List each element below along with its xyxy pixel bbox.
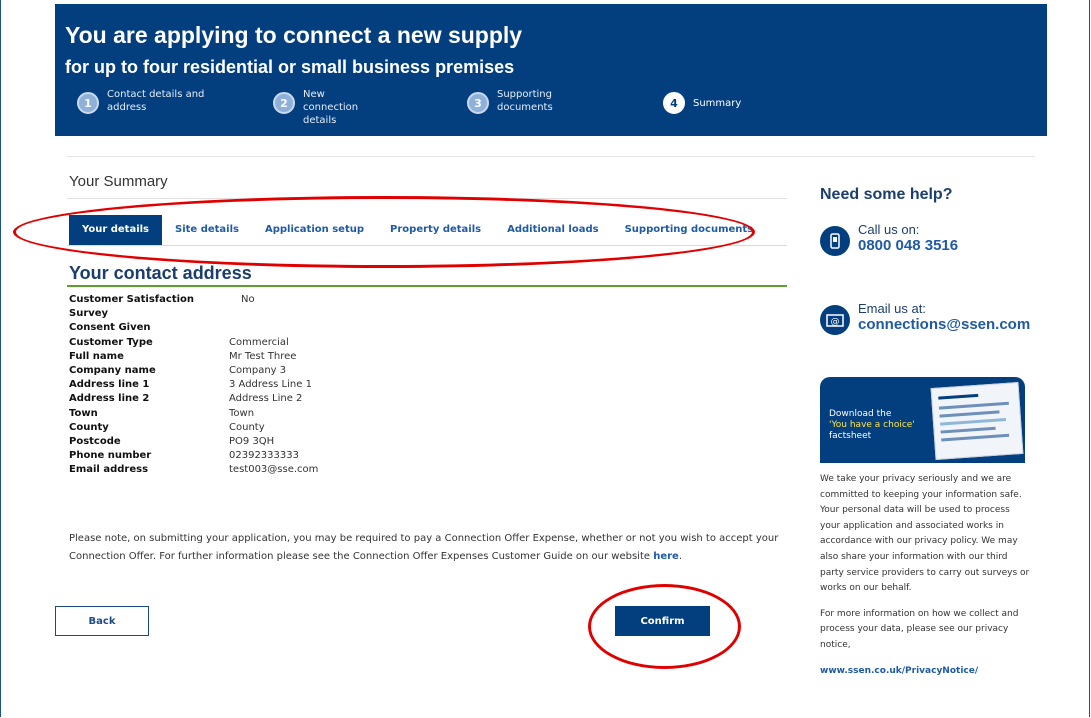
factsheet-download-banner[interactable]: Download the 'You have a choice' factshe…	[820, 377, 1025, 463]
contact-details-list: Customer Satisfaction Survey No Consent G…	[69, 293, 318, 478]
email-icon: @	[820, 305, 850, 335]
detail-key: Address line 1	[69, 379, 150, 391]
detail-row: Address line 1 3 Address Line 1	[69, 378, 318, 392]
factsheet-line: factsheet	[829, 431, 872, 441]
detail-row: Email address test003@sse.com	[69, 463, 318, 477]
step-contact-details[interactable]: 1 Contact details and address	[77, 88, 217, 114]
section-title: Your contact address	[69, 263, 252, 283]
banner-subtitle: for up to four residential or small busi…	[65, 57, 515, 77]
step-supporting-documents[interactable]: 3 Supporting documents	[467, 88, 567, 114]
help-title: Need some help?	[820, 186, 953, 203]
privacy-notice-link[interactable]: www.ssen.co.uk/PrivacyNotice/	[820, 666, 978, 676]
detail-row: Customer Satisfaction Survey No	[69, 293, 318, 321]
highlight-oval-confirm	[588, 584, 741, 669]
detail-value: PO9 3QH	[229, 436, 275, 448]
step-summary[interactable]: 4 Summary	[663, 88, 803, 114]
customer-guide-link[interactable]: here	[653, 551, 679, 562]
detail-key: Phone number	[69, 450, 152, 462]
detail-row: Postcode PO9 3QH	[69, 435, 318, 449]
detail-row: Company name Company 3	[69, 364, 318, 378]
detail-value: 3 Address Line 1	[229, 379, 312, 391]
step-number: 4	[663, 92, 685, 114]
phone-icon	[820, 226, 850, 256]
step-number: 1	[77, 92, 99, 114]
factsheet-text: Download the 'You have a choice' factshe…	[829, 409, 915, 442]
email-address-link[interactable]: connections@ssen.com	[858, 316, 1030, 333]
detail-value: Mr Test Three	[229, 350, 297, 362]
email-label: Email us at:	[858, 301, 926, 316]
note-end: .	[678, 551, 683, 562]
step-label: Contact details and address	[107, 89, 205, 113]
detail-row: Customer Type Commercial	[69, 336, 318, 350]
privacy-notice: We take your privacy seriously and we ar…	[820, 472, 1030, 679]
highlight-oval-tabs	[13, 196, 755, 268]
banner-title: You are applying to connect a new supply	[65, 22, 523, 48]
detail-key: Customer Type	[69, 336, 153, 348]
privacy-paragraph: For more information on how we collect a…	[820, 608, 1019, 650]
section-underline	[67, 285, 787, 287]
detail-value: Company 3	[229, 365, 287, 377]
detail-value: No	[241, 294, 255, 305]
call-us-block: Call us on: 0800 048 3516	[820, 222, 958, 256]
email-us-block: @ Email us at: connections@ssen.com	[820, 301, 1030, 335]
detail-key: Full name	[69, 350, 124, 362]
payment-note: Please note, on submitting your applicat…	[69, 530, 799, 566]
detail-key: County	[69, 421, 109, 433]
detail-key: Address line 2	[69, 393, 150, 405]
detail-row: Consent Given	[69, 321, 318, 335]
divider	[67, 156, 1035, 157]
detail-value: County	[229, 421, 265, 433]
svg-text:@: @	[831, 317, 840, 327]
detail-row: Town Town	[69, 407, 318, 421]
detail-key: Consent Given	[69, 322, 151, 334]
factsheet-line: Download the	[829, 409, 892, 419]
detail-key: Town	[69, 407, 98, 419]
detail-row: County County	[69, 421, 318, 435]
detail-key: Email address	[69, 464, 149, 476]
detail-key: Company name	[69, 365, 156, 377]
factsheet-line: 'You have a choice'	[829, 420, 915, 430]
detail-row: Address line 2 Address Line 2	[69, 392, 318, 406]
step-new-connection[interactable]: 2 New connection details	[273, 88, 383, 127]
privacy-paragraph: We take your privacy seriously and we ar…	[820, 474, 1030, 594]
step-number: 3	[467, 92, 489, 114]
detail-key: Customer Satisfaction Survey	[69, 294, 195, 320]
factsheet-thumbnail	[930, 382, 1024, 460]
detail-value: 02392333333	[229, 450, 299, 462]
summary-title: Your Summary	[69, 173, 168, 190]
detail-row: Phone number 02392333333	[69, 449, 318, 463]
header-banner: You are applying to connect a new supply…	[55, 4, 1047, 136]
detail-value: Town	[229, 407, 255, 419]
back-button[interactable]: Back	[55, 606, 149, 636]
detail-value: test003@sse.com	[229, 464, 319, 476]
detail-value: Commercial	[229, 336, 289, 348]
step-label: Supporting documents	[497, 89, 553, 113]
step-label: New connection details	[303, 89, 359, 126]
detail-key: Postcode	[69, 436, 121, 448]
call-label: Call us on:	[858, 222, 920, 237]
step-number: 2	[273, 92, 295, 114]
phone-number-link[interactable]: 0800 048 3516	[858, 237, 958, 254]
detail-value: Address Line 2	[229, 393, 303, 405]
detail-row: Full name Mr Test Three	[69, 350, 318, 364]
step-label: Summary	[693, 98, 742, 109]
